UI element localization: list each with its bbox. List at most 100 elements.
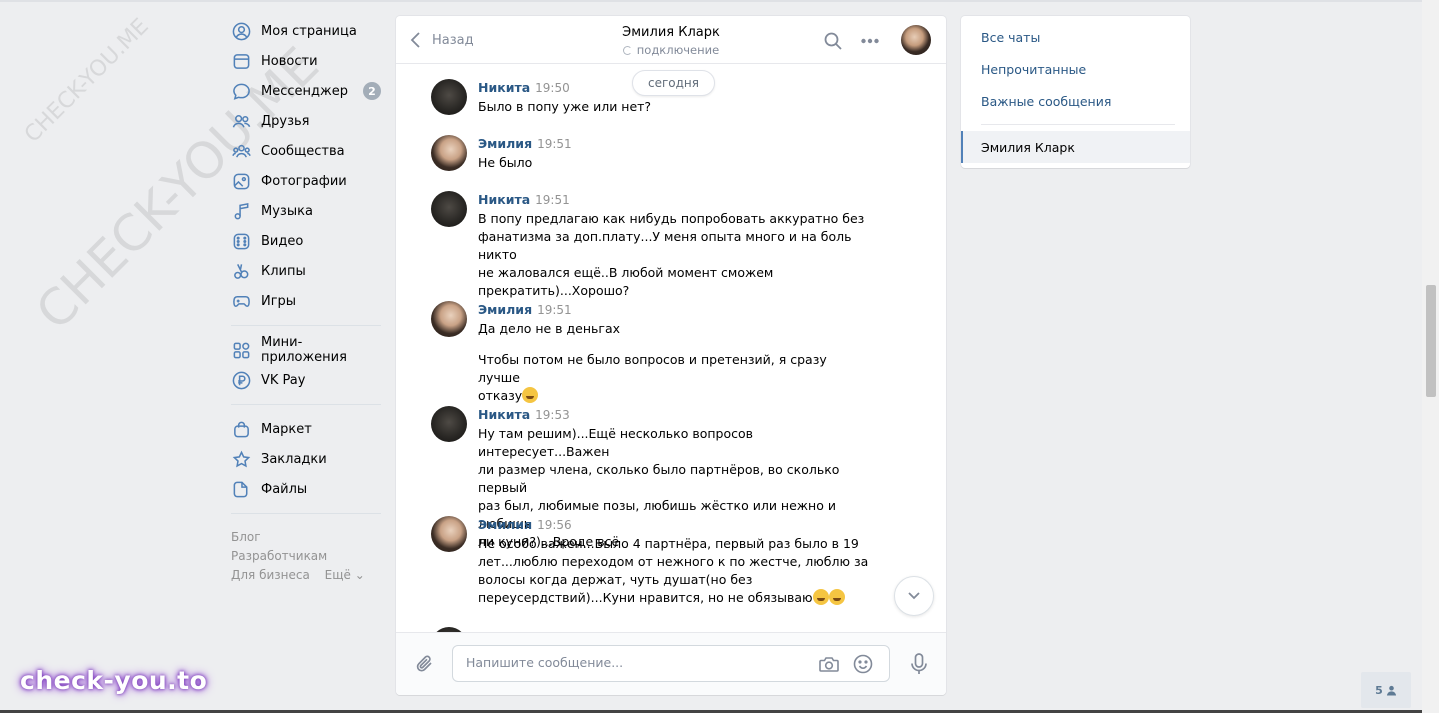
filter-divider — [981, 124, 1175, 125]
nav-label: Закладки — [261, 451, 327, 467]
scroll-down-button[interactable] — [894, 576, 934, 616]
filter-all-chats[interactable]: Все чаты — [981, 30, 1040, 45]
message-time: 19:56 — [537, 518, 572, 532]
message: Эмилия 19:51 Не было — [431, 135, 871, 172]
loading-spinner-icon — [622, 45, 632, 55]
online-count: 5 — [1375, 683, 1383, 697]
nav-label: Фотографии — [261, 173, 347, 189]
nav-label: Сообщества — [261, 143, 345, 159]
message-time: 19:51 — [535, 193, 570, 207]
nav-item-photos[interactable]: Фотографии — [231, 166, 381, 196]
camera-icon[interactable] — [818, 654, 840, 674]
message: Эмилия 19:56 Не особо важен...Было 4 парт… — [431, 516, 871, 607]
message-text: Чтобы потом не было вопросов и претензий… — [478, 351, 871, 405]
nav-label: Клипы — [261, 263, 306, 279]
nav-item-market[interactable]: Маркет — [231, 414, 381, 444]
top-border — [0, 0, 1422, 2]
nav-label: Моя страница — [261, 23, 357, 39]
message-composer — [396, 632, 946, 695]
star-icon — [231, 449, 251, 469]
footer-business-link[interactable]: Для бизнеса — [231, 568, 310, 582]
active-chat-item[interactable]: Эмилия Кларк — [961, 131, 1190, 163]
avatar[interactable] — [431, 135, 467, 171]
peer-avatar[interactable] — [901, 25, 931, 55]
attach-icon[interactable] — [414, 653, 436, 675]
bag-icon — [231, 419, 251, 439]
nav-label: Файлы — [261, 481, 308, 497]
watermark-small: CHECK-YOU.ME — [20, 13, 154, 148]
nav-item-bookmarks[interactable]: Закладки — [231, 444, 381, 474]
message-text: В попу предлагаю как нибудь попробовать … — [478, 211, 865, 298]
nav-label: Мини-приложения — [261, 335, 347, 365]
music-icon — [231, 201, 251, 221]
message: Никита 19:51 В попу предлагаю как нибудь … — [431, 191, 871, 300]
left-nav: Моя страница Новости Мессенджер 2 Друзья… — [231, 16, 381, 585]
nav-item-friends[interactable]: Друзья — [231, 106, 381, 136]
chat-header: Назад Эмилия Кларк подключение — [396, 16, 946, 64]
user-circle-icon — [231, 21, 251, 41]
chevron-down-icon — [908, 592, 920, 600]
message-author[interactable]: Эмилия — [478, 517, 532, 532]
date-divider: сегодня — [632, 70, 715, 96]
nav-divider — [231, 513, 381, 514]
nav-label: Музыка — [261, 203, 313, 219]
peer-status-text: подключение — [636, 43, 720, 57]
nav-item-my-page[interactable]: Моя страница — [231, 16, 381, 46]
nav-label: VK Pay — [261, 372, 306, 388]
message-text: Было в попу уже или нет? — [478, 99, 652, 114]
search-icon[interactable] — [823, 31, 843, 51]
online-friends-counter[interactable]: 5 — [1361, 672, 1411, 708]
nav-item-clips[interactable]: Клипы — [231, 256, 381, 286]
nav-item-mini-apps[interactable]: Мини-приложения — [231, 335, 381, 365]
apps-icon — [231, 340, 251, 360]
message-input[interactable] — [466, 655, 796, 670]
nav-item-music[interactable]: Музыка — [231, 196, 381, 226]
message-text: Не особо важен...Было 4 партнёра, первый… — [478, 535, 871, 607]
gamepad-icon — [231, 291, 251, 311]
avatar[interactable] — [431, 79, 467, 115]
nav-item-communities[interactable]: Сообщества — [231, 136, 381, 166]
message: Эмилия 19:51 Да дело не в деньгах Чтобы п… — [431, 301, 871, 405]
clips-icon — [231, 261, 251, 281]
avatar[interactable] — [431, 406, 467, 442]
message-time: 19:50 — [535, 81, 570, 95]
message-author[interactable]: Никита — [478, 80, 530, 95]
person-icon — [1386, 685, 1396, 696]
nav-divider — [231, 404, 381, 405]
vkpay-icon — [231, 370, 251, 390]
nav-item-video[interactable]: Видео — [231, 226, 381, 256]
scrollbar-thumb[interactable] — [1426, 285, 1436, 397]
nav-item-files[interactable]: Файлы — [231, 474, 381, 504]
avatar[interactable] — [431, 191, 467, 227]
footer-blog-link[interactable]: Блог — [231, 530, 261, 544]
more-options-icon[interactable] — [860, 31, 880, 51]
file-icon — [231, 479, 251, 499]
nav-label: Новости — [261, 53, 318, 69]
message-list: Никита 19:50 Было в попу уже или нет? Эми… — [396, 65, 946, 632]
emoji-icon — [828, 589, 845, 605]
nav-item-news[interactable]: Новости — [231, 46, 381, 76]
filter-important[interactable]: Важные сообщения — [981, 94, 1111, 109]
message-author[interactable]: Никита — [478, 407, 530, 422]
avatar[interactable] — [431, 516, 467, 552]
chat-filters-panel: Все чаты Непрочитанные Важные сообщения … — [961, 16, 1190, 168]
nav-label: Видео — [261, 233, 304, 249]
message-author[interactable]: Эмилия — [478, 136, 532, 151]
footer-more-link[interactable]: Ещё ⌄ — [325, 568, 365, 582]
avatar[interactable] — [431, 301, 467, 337]
microphone-icon[interactable] — [908, 652, 930, 676]
message-text-content: Не особо важен...Было 4 партнёра, первый… — [478, 536, 869, 605]
nav-item-vk-pay[interactable]: VK Pay — [231, 365, 381, 395]
smile-icon[interactable] — [852, 654, 874, 674]
message-author[interactable]: Эмилия — [478, 302, 532, 317]
filter-unread[interactable]: Непрочитанные — [981, 62, 1086, 77]
page-scrollbar[interactable] — [1422, 0, 1439, 713]
message-time: 19:53 — [535, 408, 570, 422]
message-input-box — [452, 645, 890, 682]
footer-developers-link[interactable]: Разработчикам — [231, 549, 327, 563]
nav-item-games[interactable]: Игры — [231, 286, 381, 316]
message-author[interactable]: Никита — [478, 192, 530, 207]
watermark-logo: check-you.to — [20, 666, 208, 695]
nav-item-messenger[interactable]: Мессенджер 2 — [231, 76, 381, 106]
message-time: 19:51 — [537, 303, 572, 317]
